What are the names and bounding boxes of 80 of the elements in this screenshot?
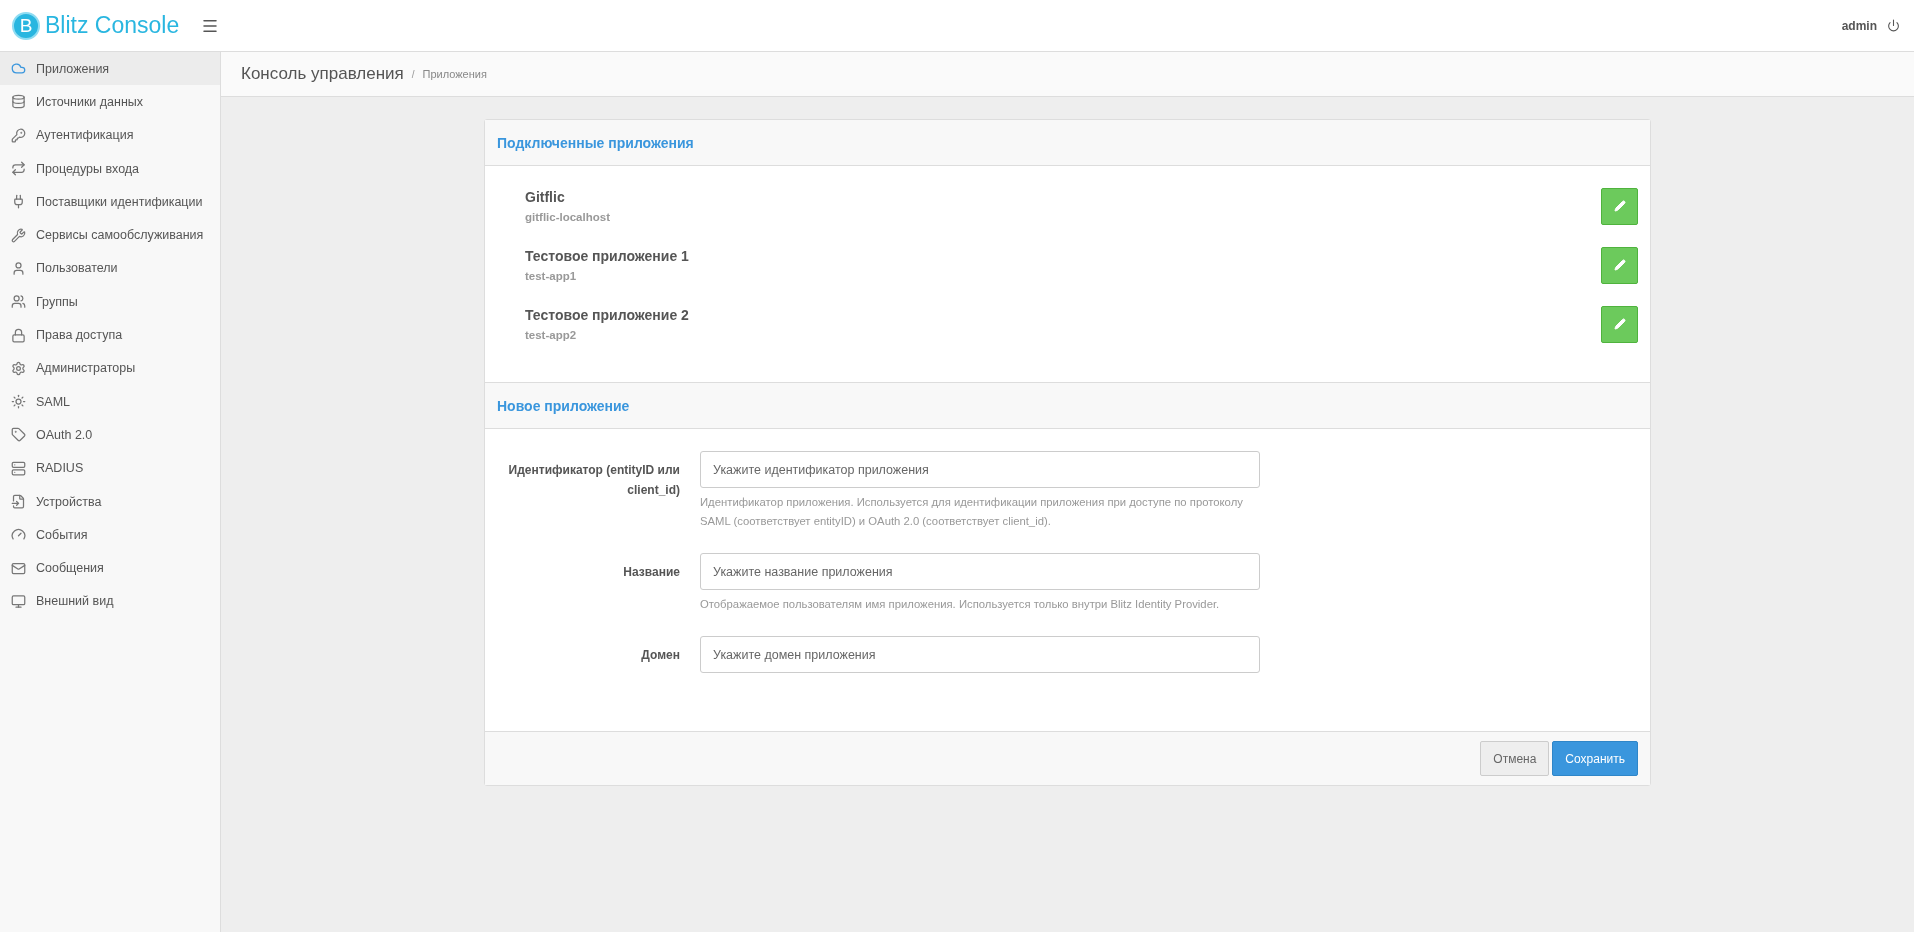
edit-button[interactable] xyxy=(1601,305,1638,343)
sidebar-item-label: Источники данных xyxy=(36,94,144,109)
pencil-icon xyxy=(1613,200,1626,212)
users-icon xyxy=(11,294,26,310)
sidebar-item[interactable]: RADIUS xyxy=(0,451,220,485)
app-id: test-app1 xyxy=(525,270,578,282)
plug-icon xyxy=(11,194,26,210)
gear-icon xyxy=(11,360,26,376)
sidebar-item-label: Сервисы самообслуживания xyxy=(36,228,204,243)
field-label: Домен xyxy=(640,647,680,664)
sidebar-item[interactable]: Внешний вид xyxy=(0,584,220,619)
lock-icon xyxy=(11,327,26,343)
edit-button[interactable] xyxy=(1601,246,1638,284)
power-button[interactable] xyxy=(1887,19,1900,32)
sidebar-item[interactable]: События xyxy=(0,518,220,552)
pencil-icon xyxy=(1613,259,1626,271)
section-heading: Новое приложение xyxy=(485,383,1650,429)
sidebar-item-label: Аутентификация xyxy=(36,128,134,143)
sidebar-item[interactable]: Группы xyxy=(0,285,220,319)
user-icon xyxy=(11,260,26,276)
input-field[interactable]: Укажите домен приложения xyxy=(700,636,1260,673)
app-name: Gitflic xyxy=(525,189,566,205)
sidebar-item-label: OAuth 2.0 xyxy=(36,427,93,442)
sidebar-item-label: Сообщения xyxy=(36,561,104,576)
input-field[interactable]: Укажите название приложения xyxy=(700,553,1260,590)
sidebar-item[interactable]: Администраторы xyxy=(0,351,220,385)
sidebar-item-label: RADIUS xyxy=(36,461,84,476)
sidebar-item[interactable]: Процедуры входа xyxy=(0,151,220,186)
field-label: Название xyxy=(622,564,680,581)
logo-icon: B xyxy=(12,11,40,40)
brand-name: Blitz Console xyxy=(45,12,180,39)
section-heading: Подключенные приложения xyxy=(485,120,1650,166)
sidebar-item-label: Права доступа xyxy=(36,328,123,342)
sidebar-item-label: Процедуры входа xyxy=(36,161,140,176)
cloud-icon xyxy=(11,61,26,77)
sidebar-item[interactable]: Поставщики идентификации xyxy=(0,185,220,219)
input-field[interactable]: Укажите идентификатор приложения xyxy=(700,451,1260,488)
repeat-icon xyxy=(11,161,26,177)
sidebar-item[interactable]: Источники данных xyxy=(0,85,220,119)
app-name: Тестовое приложение 1 xyxy=(525,248,689,264)
cancel-button[interactable]: Отмена xyxy=(1480,741,1550,776)
app-id: gitflic-localhost xyxy=(525,211,610,223)
database-icon xyxy=(11,94,26,110)
edit-button[interactable] xyxy=(1601,187,1638,225)
tag-icon xyxy=(11,427,26,443)
envelope-icon xyxy=(11,560,26,576)
sidebar-item-label: Внешний вид xyxy=(36,594,114,609)
breadcrumb-separator: / xyxy=(411,68,415,80)
sidebar-item-label: Поставщики идентификации xyxy=(36,194,203,209)
app-name: Тестовое приложение 2 xyxy=(525,307,689,323)
file-input-icon xyxy=(11,494,26,509)
sidebar-item[interactable]: Сообщения xyxy=(0,551,220,585)
help-text: Идентификатор приложения. Используется для идентификации приложения при доступе по протоколу SAML (соответствует entityID) и OAuth 2.0 (соответствует client_id). xyxy=(700,495,1244,529)
server-icon xyxy=(11,460,26,476)
sidebar-item-label: SAML xyxy=(36,394,71,409)
user-name: admin xyxy=(1841,18,1877,33)
sidebar-item-label: Устройства xyxy=(36,494,102,509)
monitor-icon xyxy=(11,593,26,609)
sidebar-item[interactable]: Пользователи xyxy=(0,251,220,286)
pencil-icon xyxy=(1613,318,1626,330)
field-label: Идентификатор (entityID или client_id) xyxy=(507,462,680,499)
wrench-icon xyxy=(11,227,26,243)
sidebar-item[interactable]: OAuth 2.0 xyxy=(0,418,220,452)
help-text: Отображаемое пользователям имя приложения. Используется только внутри Blitz Identity Provider. xyxy=(700,597,1221,612)
key-icon xyxy=(11,127,26,143)
sidebar-item-label: Приложения xyxy=(36,61,110,76)
sidebar-item[interactable]: Аутентификация xyxy=(0,118,220,152)
sidebar-item[interactable]: Права доступа xyxy=(0,318,220,352)
sidebar-item-label: Группы xyxy=(36,294,78,309)
sidebar-item[interactable]: Устройства xyxy=(0,484,220,519)
app-id: test-app2 xyxy=(525,329,578,341)
page-title: Консоль управления xyxy=(241,64,404,84)
sidebar-item-label: События xyxy=(36,527,88,542)
sidebar-item[interactable]: Приложения xyxy=(0,52,220,86)
sidebar-item[interactable]: SAML xyxy=(0,384,220,419)
sidebar-item[interactable]: Сервисы самообслуживания xyxy=(0,218,220,252)
sidebar-item-label: Пользователи xyxy=(36,261,118,276)
burst-icon xyxy=(11,394,26,410)
breadcrumb-current: Приложения xyxy=(422,68,487,80)
sidebar-item-label: Администраторы xyxy=(36,361,136,376)
